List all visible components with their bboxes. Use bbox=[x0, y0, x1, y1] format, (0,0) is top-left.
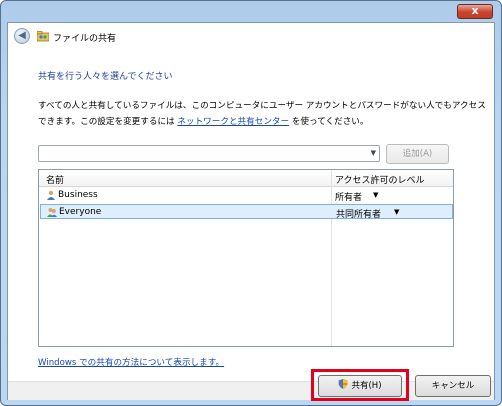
user-picker-combo[interactable]: ▼ bbox=[38, 145, 380, 162]
sharing-help-link[interactable]: Windows での共有の方法について表示します。 bbox=[38, 356, 224, 368]
column-header-permission[interactable]: アクセス許可のレベル bbox=[335, 173, 425, 186]
instruction-heading: 共有を行う人々を選んでください bbox=[38, 72, 173, 82]
list-header: 名前 アクセス許可のレベル bbox=[39, 170, 453, 187]
window-title: ファイルの共有 bbox=[53, 34, 117, 44]
window-frame: x ◀ ファイルの共有 共有を行う人々を選んでください すべての人と共有している… bbox=[0, 0, 502, 406]
list-row-business[interactable]: Business 所有者 ▼ bbox=[40, 188, 453, 203]
permission-dropdown[interactable]: 共同所有者 bbox=[336, 207, 381, 220]
chevron-down-icon[interactable]: ▼ bbox=[394, 208, 399, 216]
title-bar: ◀ ファイルの共有 bbox=[8, 23, 494, 50]
close-button[interactable]: x bbox=[457, 4, 493, 19]
add-button[interactable]: 追加(A) bbox=[386, 144, 449, 164]
row-name: Business bbox=[58, 190, 98, 200]
dialog-client: ◀ ファイルの共有 共有を行う人々を選んでください すべての人と共有しているファ… bbox=[7, 22, 495, 401]
back-button[interactable]: ◀ bbox=[14, 28, 30, 44]
cancel-button[interactable]: キャンセル bbox=[415, 375, 491, 397]
description-text: すべての人と共有しているファイルは、このコンピュータにユーザー アカウントとパス… bbox=[38, 101, 486, 127]
chevron-down-icon[interactable]: ▼ bbox=[373, 191, 378, 199]
user-icon bbox=[47, 190, 55, 200]
network-center-link[interactable]: ネットワークと共有センター bbox=[177, 117, 289, 127]
row-name: Everyone bbox=[59, 207, 102, 217]
shared-folder-icon bbox=[37, 31, 49, 42]
share-list[interactable]: 名前 アクセス許可のレベル Business 所有者 ▼ Everyone 共同… bbox=[38, 169, 454, 347]
users-group-icon bbox=[47, 208, 57, 217]
permission-dropdown[interactable]: 所有者 bbox=[335, 190, 362, 203]
highlight-box bbox=[311, 369, 409, 401]
list-row-everyone[interactable]: Everyone 共同所有者 ▼ bbox=[40, 204, 453, 220]
chevron-down-icon[interactable]: ▼ bbox=[371, 149, 376, 157]
column-header-name[interactable]: 名前 bbox=[46, 173, 64, 186]
